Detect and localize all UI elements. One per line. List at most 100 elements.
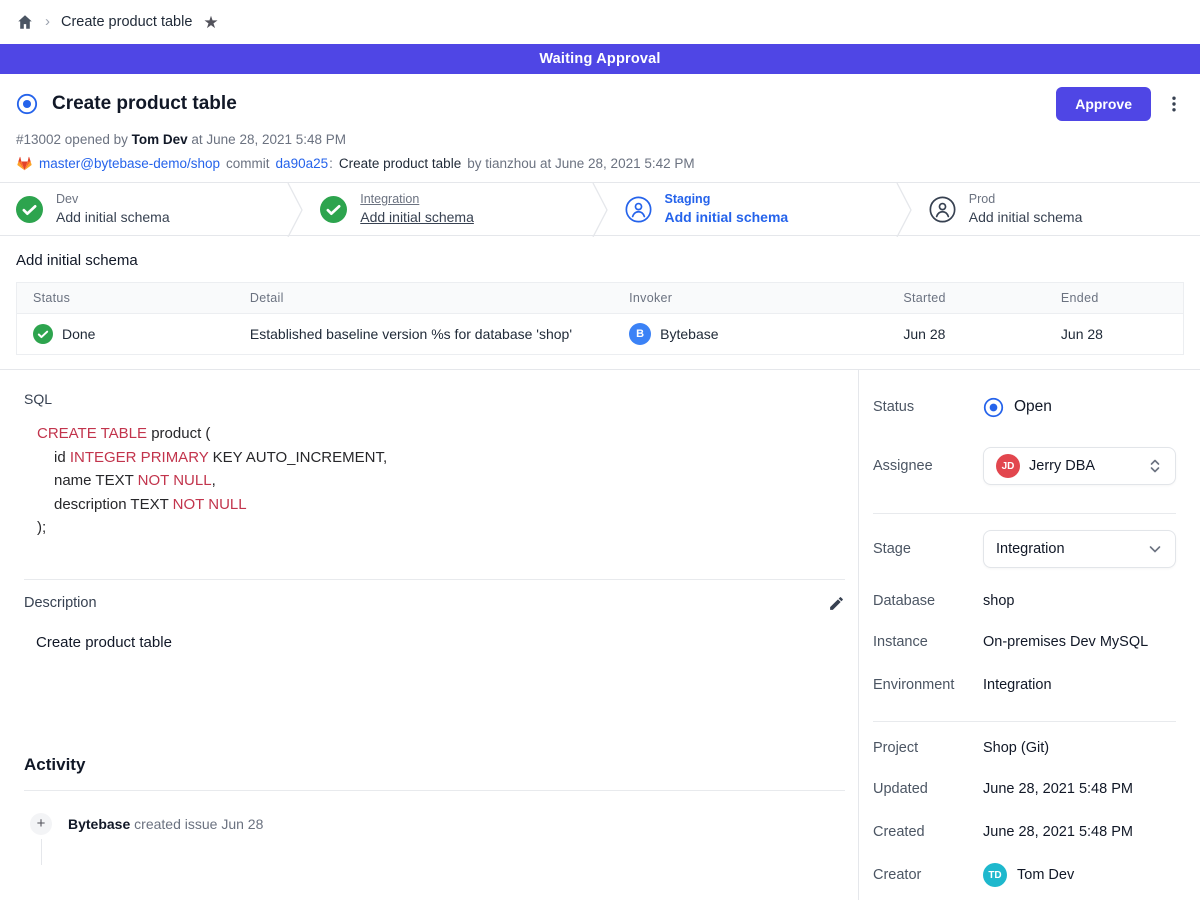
stage-dev[interactable]: Dev Add initial schema — [0, 183, 287, 235]
issue-open-icon — [16, 93, 38, 115]
edit-pencil-icon[interactable] — [828, 595, 845, 612]
stage-select[interactable]: Integration — [983, 530, 1176, 568]
stage-separator-icon — [287, 183, 304, 237]
plus-icon: + — [30, 813, 52, 835]
stage-task-label: Add initial schema — [969, 208, 1083, 227]
col-status: Status — [17, 283, 250, 314]
stage-env-label: Prod — [969, 191, 1083, 208]
stage-pending-icon — [929, 196, 956, 223]
sql-text: product ( — [147, 425, 210, 442]
environment-label: Environment — [873, 677, 983, 693]
task-section: Add initial schema Status Detail Invoker… — [0, 236, 1200, 369]
timeline-line — [41, 839, 42, 865]
commit-info: master@bytebase-demo/shop commit da90a25… — [16, 155, 1184, 172]
sql-keyword: INTEGER PRIMARY — [70, 449, 209, 466]
task-table-header-row: Status Detail Invoker Started Ended — [17, 283, 1184, 314]
stage-env-label: Staging — [665, 191, 789, 208]
stage-env-label: Integration — [360, 191, 474, 208]
stage-prod[interactable]: Prod Add initial schema — [913, 183, 1200, 235]
task-started: Jun 28 — [903, 314, 1061, 355]
description-label: Description — [24, 595, 97, 611]
stage-task-label: Add initial schema — [360, 208, 474, 227]
stage-separator-icon — [592, 183, 609, 237]
stage-integration[interactable]: Integration Add initial schema — [304, 183, 591, 235]
creator-value: Tom Dev — [1017, 867, 1074, 883]
creator-label: Creator — [873, 867, 983, 883]
status-banner-text: Waiting Approval — [539, 51, 660, 67]
home-icon[interactable] — [16, 13, 34, 31]
environment-value: Integration — [983, 677, 1052, 693]
col-invoker: Invoker — [629, 283, 903, 314]
sql-text: description TEXT — [54, 496, 173, 513]
breadcrumb-separator-icon: › — [45, 13, 50, 30]
stage-env-label: Dev — [56, 191, 170, 208]
created-value: June 28, 2021 5:48 PM — [983, 824, 1133, 840]
stage-label: Stage — [873, 541, 983, 557]
updated-label: Updated — [873, 781, 983, 797]
assignee-avatar: JD — [996, 454, 1020, 478]
activity-title: Activity — [24, 755, 845, 775]
stage-pending-approval-icon — [625, 196, 652, 223]
branch-repo-link[interactable]: master@bytebase-demo/shop — [39, 156, 220, 171]
sql-keyword: NOT NULL — [173, 496, 247, 513]
sql-text: name TEXT — [54, 472, 138, 489]
breadcrumb: › Create product table ★ — [0, 0, 1200, 44]
activity-action: created issue Jun 28 — [134, 816, 263, 832]
stage-task-label: Add initial schema — [665, 208, 789, 227]
star-icon[interactable]: ★ — [203, 14, 218, 31]
updown-chevrons-icon — [1147, 458, 1163, 474]
gitlab-icon — [16, 155, 33, 172]
task-section-title: Add initial schema — [16, 252, 1184, 269]
task-invoker: Bytebase — [660, 326, 718, 342]
sidebar-divider — [873, 513, 1176, 514]
commit-colon: : — [329, 156, 333, 171]
col-started: Started — [903, 283, 1061, 314]
sql-keyword: CREATE TABLE — [37, 425, 147, 442]
issue-header: Create product table Approve #13002 open… — [0, 74, 1200, 182]
issue-opened-time: at June 28, 2021 5:48 PM — [191, 132, 346, 147]
breadcrumb-current: Create product table — [61, 14, 192, 30]
commit-hash-link[interactable]: da90a25 — [276, 156, 329, 171]
database-label: Database — [873, 593, 983, 609]
sidebar-divider — [873, 721, 1176, 722]
sql-keyword: NOT NULL — [138, 472, 212, 489]
approve-button[interactable]: Approve — [1056, 87, 1151, 121]
list-item: + Bytebase created issue Jun 28 — [24, 813, 845, 865]
updated-value: June 28, 2021 5:48 PM — [983, 781, 1133, 797]
task-detail: Established baseline version %s for data… — [250, 314, 629, 355]
stage-staging[interactable]: Staging Add initial schema — [609, 183, 896, 235]
assignee-value: Jerry DBA — [1029, 458, 1138, 474]
activity-divider — [24, 790, 845, 791]
done-check-icon — [33, 324, 53, 344]
stage-task-label: Add initial schema — [56, 208, 170, 227]
section-divider — [24, 579, 845, 580]
more-actions-icon[interactable] — [1164, 93, 1184, 115]
table-row: Done Established baseline version %s for… — [17, 314, 1184, 355]
sql-statement: CREATE TABLE product ( id INTEGER PRIMAR… — [24, 422, 845, 540]
commit-message: Create product table — [339, 156, 461, 171]
commit-byline: by tianzhou at June 28, 2021 5:42 PM — [467, 156, 694, 171]
task-status: Done — [62, 326, 95, 342]
status-label: Status — [873, 399, 983, 415]
issue-author: Tom Dev — [132, 132, 188, 147]
issue-number-opened: #13002 opened by — [16, 132, 128, 147]
project-label: Project — [873, 740, 983, 756]
sql-text: KEY AUTO_INCREMENT, — [208, 449, 387, 466]
assignee-select[interactable]: JD Jerry DBA — [983, 447, 1176, 485]
created-label: Created — [873, 824, 983, 840]
col-ended: Ended — [1061, 283, 1184, 314]
stage-done-icon — [320, 196, 347, 223]
activity-actor: Bytebase — [68, 816, 130, 832]
stage-value: Integration — [996, 541, 1138, 557]
status-banner: Waiting Approval — [0, 44, 1200, 74]
commit-word: commit — [226, 156, 270, 171]
page-title: Create product table — [52, 93, 237, 115]
task-table: Status Detail Invoker Started Ended Done… — [16, 282, 1184, 355]
project-value: Shop (Git) — [983, 740, 1049, 756]
invoker-avatar: B — [629, 323, 651, 345]
assignee-label: Assignee — [873, 458, 983, 474]
description-body: Create product table — [36, 634, 845, 651]
sql-text: ); — [37, 519, 46, 536]
stage-done-icon — [16, 196, 43, 223]
stage-separator-icon — [896, 183, 913, 237]
